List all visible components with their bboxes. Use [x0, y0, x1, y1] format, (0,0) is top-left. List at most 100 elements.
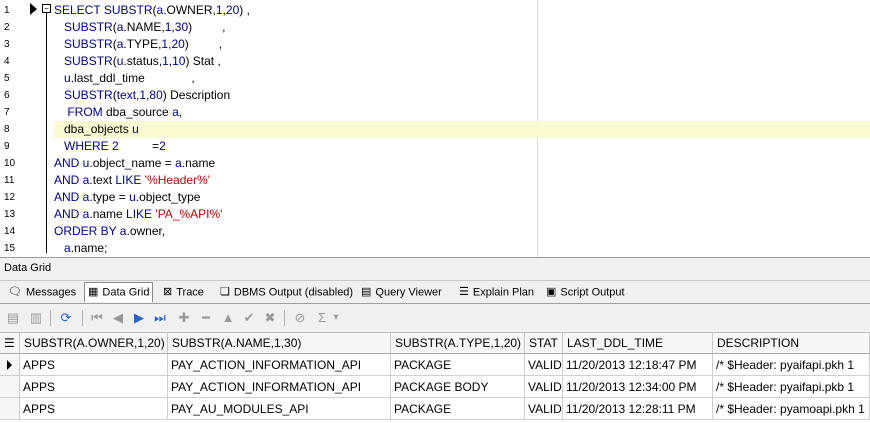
code-token: SELECT [54, 3, 104, 17]
fold-guide [46, 13, 47, 253]
table-cell[interactable]: 11/20/2013 12:28:11 PM [563, 398, 713, 420]
sql-editor[interactable]: 1 2 3 4 5 6 7 8 9 10 11 12 13 14 15 − SELECT SUBSTR(a.… [0, 0, 870, 257]
column-header[interactable]: LAST_DDL_TIME [563, 333, 713, 354]
table-cell[interactable]: /* $Header: pyamoapi.pkh 1 [713, 398, 870, 420]
code-token: LIKE [115, 173, 142, 187]
filter-icon[interactable]: ⊘ [290, 308, 310, 328]
code-token: 20 [225, 3, 240, 17]
code-token: .status, [123, 54, 163, 68]
sum-icon[interactable]: Σ [312, 308, 332, 328]
delete-record-icon[interactable]: ━ [196, 308, 216, 328]
column-header[interactable]: DESCRIPTION [713, 333, 870, 354]
sum-dropdown-icon[interactable]: ▾ [330, 308, 342, 328]
line-number: 13 [4, 209, 16, 220]
code-line[interactable]: u.last_ddl_time , [54, 70, 870, 87]
next-record-icon[interactable]: ▶ [129, 308, 149, 328]
code-line[interactable]: AND a.name LIKE 'PA_%API%' [54, 206, 870, 223]
code-token: SUBSTR [103, 3, 153, 17]
code-line[interactable]: WHERE 2 =2 [54, 138, 870, 155]
tab-explain-plan[interactable]: ☰ Explain Plan [456, 283, 537, 302]
table-cell[interactable]: /* $Header: pyaifapi.pkb 1 [713, 376, 870, 398]
messages-icon: 🗨 [8, 286, 22, 298]
row-header[interactable] [0, 376, 20, 398]
code-token: , [178, 105, 183, 119]
code-line[interactable]: SUBSTR(a.NAME,1,30) , [54, 19, 870, 36]
table-cell[interactable]: PACKAGE [391, 398, 525, 420]
code-line[interactable]: SUBSTR(u.status,1,10) Stat , [54, 53, 870, 70]
code-token: 1 [215, 3, 223, 17]
edit-record-icon[interactable]: ▲ [218, 308, 238, 328]
row-header[interactable] [0, 354, 20, 376]
column-header[interactable]: SUBSTR(A.OWNER,1,20) [20, 333, 168, 354]
code-line[interactable]: ORDER BY a.owner, [54, 223, 870, 240]
table-cell[interactable]: PAY_ACTION_INFORMATION_API [168, 354, 391, 376]
row-header[interactable] [0, 398, 20, 420]
tab-data-grid[interactable]: ▦ Data Grid [84, 282, 154, 302]
grid-toolbar: ▤ ▥ ⟳ ⏮ ◀ ▶ ⏭ ✚ ━ ▲ ✔ ✖ ⊘ Σ ▾ [0, 304, 870, 333]
cancel-edit-icon[interactable]: ✖ [260, 308, 280, 328]
table-cell[interactable]: VALID [525, 376, 563, 398]
table-cell[interactable]: APPS [20, 376, 168, 398]
table-cell[interactable]: VALID [525, 398, 563, 420]
first-record-icon[interactable]: ⏮ [87, 308, 107, 328]
line-number: 7 [4, 107, 10, 118]
code-line[interactable]: AND a.text LIKE '%Header%' [54, 172, 870, 189]
code-line[interactable]: a.name; [54, 240, 870, 257]
code-line[interactable]: SUBSTR(a.TYPE,1,20) , [54, 36, 870, 53]
column-header[interactable]: STAT [525, 333, 563, 354]
tab-dbms-output-disabled[interactable]: ❏ DBMS Output (disabled) [217, 283, 356, 302]
code-line[interactable]: AND a.type = u.object_type [54, 189, 870, 206]
table-cell[interactable]: APPS [20, 354, 168, 376]
insert-record-icon[interactable]: ✚ [174, 308, 194, 328]
code-token: 30 [174, 20, 189, 34]
code-token: .TYPE, [123, 37, 162, 51]
code-token: .text [89, 173, 116, 187]
code-line[interactable]: SELECT SUBSTR(a.OWNER,1,20) , [54, 2, 870, 19]
line-number: 3 [4, 39, 10, 50]
table-cell[interactable]: VALID [525, 354, 563, 376]
code-line[interactable]: SUBSTR(text,1,80) Description [54, 87, 870, 104]
code-token: .NAME, [123, 20, 165, 34]
save-icon[interactable]: ▥ [26, 308, 46, 328]
table-cell[interactable]: APPS [20, 398, 168, 420]
code-token: SUBSTR [64, 88, 113, 102]
table-cell[interactable]: 11/20/2013 12:34:00 PM [563, 376, 713, 398]
grid-corner-icon[interactable]: ☰ [0, 333, 20, 354]
tab-label: Script Output [560, 286, 625, 299]
table-cell[interactable]: PAY_ACTION_INFORMATION_API [168, 376, 391, 398]
tab-script-output[interactable]: ▣ Script Output [543, 283, 628, 302]
tab-label: Trace [176, 286, 204, 299]
results-data-grid[interactable]: ☰ SUBSTR(A.OWNER,1,20) SUBSTR(A.NAME,1,30)… [0, 333, 870, 423]
table-cell[interactable]: 11/20/2013 12:18:47 PM [563, 354, 713, 376]
refresh-grid-icon[interactable]: ⟳ [56, 308, 76, 328]
table-cell[interactable]: PAY_AU_MODULES_API [168, 398, 391, 420]
previous-record-icon[interactable]: ◀ [108, 308, 128, 328]
code-line[interactable]: dba_objects u [54, 121, 870, 138]
table-cell[interactable]: /* $Header: pyaifapi.pkh 1 [713, 354, 870, 376]
fold-collapse-icon[interactable]: − [42, 4, 51, 13]
tab-query-viewer[interactable]: ▤ Query Viewer [358, 283, 445, 302]
code-token: AND [54, 173, 83, 187]
code-token: SUBSTR [64, 54, 113, 68]
tab-trace[interactable]: ⊠ Trace [160, 283, 207, 302]
line-number: 6 [4, 90, 10, 101]
code-line[interactable]: FROM dba_source a, [54, 104, 870, 121]
code-token: AND [54, 156, 83, 170]
line-number: 2 [4, 22, 10, 33]
last-record-icon[interactable]: ⏭ [150, 308, 170, 328]
export-icon[interactable]: ▤ [3, 308, 23, 328]
code-token: .name [181, 156, 216, 170]
column-header[interactable]: SUBSTR(A.NAME,1,30) [168, 333, 391, 354]
tab-label: Messages [25, 286, 77, 299]
tab-messages[interactable]: 🗨 Messages [5, 283, 79, 302]
line-number: 11 [4, 175, 15, 186]
table-cell[interactable]: PACKAGE [391, 354, 525, 376]
code-line[interactable]: AND u.object_name = a.name [54, 155, 870, 172]
column-header[interactable]: SUBSTR(A.TYPE,1,20) [391, 333, 525, 354]
post-edit-icon[interactable]: ✔ [239, 308, 259, 328]
table-cell[interactable]: PACKAGE BODY [391, 376, 525, 398]
code-token: .type = [89, 190, 130, 204]
